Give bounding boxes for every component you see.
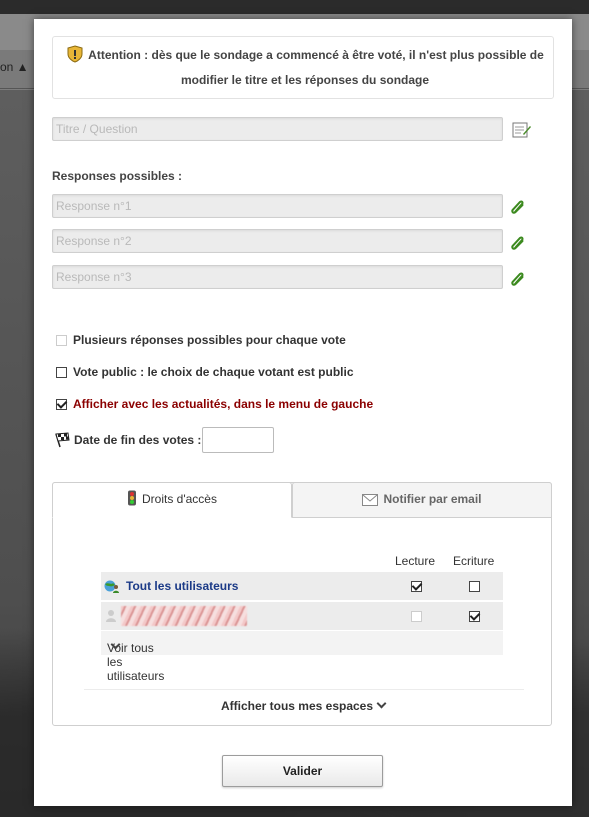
response-input-3[interactable]: Response n°3 <box>52 265 503 289</box>
tab-notify-label: Notifier par email <box>383 492 482 506</box>
write-column-header: Ecriture <box>453 554 495 568</box>
show-news-checkbox[interactable] <box>56 399 67 410</box>
read-checkbox[interactable] <box>411 581 422 592</box>
read-checkbox[interactable] <box>411 611 422 622</box>
paperclip-icon[interactable] <box>510 235 526 254</box>
warning-box: Attention : dès que le sondage a commenc… <box>52 36 554 99</box>
background-topbar <box>0 0 589 14</box>
option-multiple-answers[interactable]: Plusieurs réponses possibles pour chaque… <box>56 333 346 349</box>
multiple-answers-checkbox[interactable] <box>56 335 67 346</box>
tab-access-rights[interactable]: Droits d'accès <box>52 482 292 518</box>
public-vote-checkbox[interactable] <box>56 367 67 378</box>
background-sort-label: on ▲ <box>0 60 29 74</box>
response-input-2[interactable]: Response n°2 <box>52 229 503 253</box>
option-public-vote[interactable]: Vote public : le choix de chaque votant … <box>56 365 354 381</box>
tab-access-label: Droits d'accès <box>142 492 217 506</box>
end-date-label: Date de fin des votes : <box>74 433 202 447</box>
paperclip-icon[interactable] <box>510 199 526 218</box>
permissions-header: Lecture Ecriture <box>101 550 503 572</box>
write-checkbox[interactable] <box>469 611 480 622</box>
read-column-header: Lecture <box>395 554 436 568</box>
option-show-news[interactable]: Afficher avec les actualités, dans le me… <box>56 397 373 413</box>
public-vote-label: Vote public : le choix de chaque votant … <box>73 365 354 379</box>
show-all-spaces-link[interactable]: Afficher tous mes espaces <box>34 698 572 713</box>
validate-button[interactable]: Valider <box>222 755 383 787</box>
write-checkbox[interactable] <box>469 581 480 592</box>
traffic-light-icon <box>127 486 137 518</box>
shield-warning-icon <box>66 45 84 70</box>
show-all-users-row[interactable]: Voir tous les utilisateurs <box>101 631 503 683</box>
permission-name: Tout les utilisateurs <box>126 579 239 593</box>
users-group-icon <box>104 578 120 597</box>
table-row: Tout les utilisateurs <box>101 572 503 600</box>
option-end-date: Date de fin des votes : <box>53 432 201 448</box>
envelope-icon <box>362 486 379 518</box>
title-input[interactable]: Titre / Question <box>52 117 503 141</box>
paperclip-icon[interactable] <box>510 271 526 290</box>
response-input-1[interactable]: Response n°1 <box>52 194 503 218</box>
edit-note-icon[interactable] <box>512 121 532 142</box>
responses-label: Responses possibles : <box>52 169 183 183</box>
poll-edit-dialog: Attention : dès que le sondage a commenc… <box>34 19 572 806</box>
warning-text: Attention : dès que le sondage a commenc… <box>88 48 544 87</box>
show-news-label: Afficher avec les actualités, dans le me… <box>73 397 374 411</box>
tab-notify-email[interactable]: Notifier par email <box>292 482 552 518</box>
end-date-input[interactable] <box>202 427 274 453</box>
user-icon <box>105 609 117 626</box>
divider <box>84 689 524 690</box>
chevron-down-icon <box>376 698 387 709</box>
redacted-user-name <box>121 606 247 626</box>
checkered-flag-icon <box>53 432 71 451</box>
multiple-answers-label: Plusieurs réponses possibles pour chaque… <box>73 333 346 347</box>
table-row <box>101 602 503 630</box>
show-all-spaces-label: Afficher tous mes espaces <box>220 699 374 713</box>
